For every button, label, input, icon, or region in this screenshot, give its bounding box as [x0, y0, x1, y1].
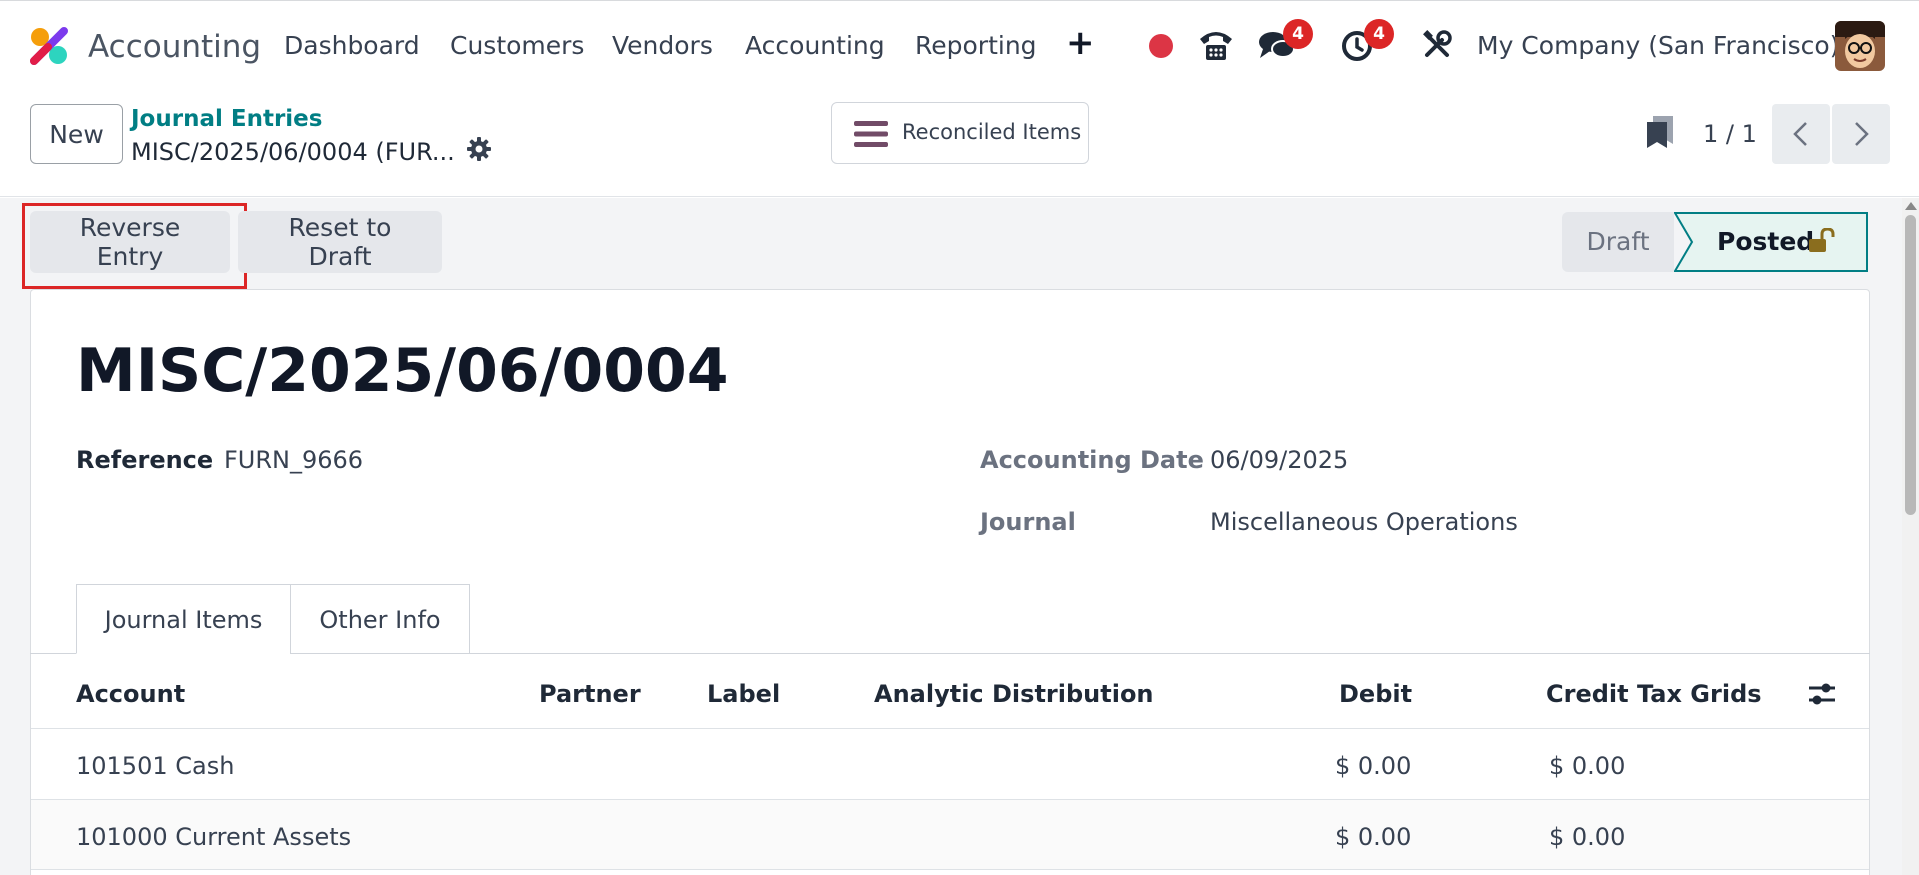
row-account[interactable]: 101000 Current Assets	[76, 823, 351, 851]
menu-accounting[interactable]: Accounting	[745, 31, 885, 60]
reconciled-items-button[interactable]: Reconciled Items	[831, 102, 1089, 164]
column-partner[interactable]: Partner	[539, 680, 641, 708]
tools-icon[interactable]	[1422, 30, 1452, 60]
row-credit[interactable]: $ 0.00	[1549, 752, 1625, 780]
row-credit[interactable]: $ 0.00	[1549, 823, 1625, 851]
plus-icon[interactable]: +	[1066, 23, 1095, 63]
record-dot-icon[interactable]	[1149, 34, 1173, 58]
column-tax-grids[interactable]: Tax Grids	[1637, 680, 1762, 708]
column-label[interactable]: Label	[707, 680, 780, 708]
pager-value[interactable]: 1 / 1	[1703, 120, 1757, 148]
menu-reporting[interactable]: Reporting	[915, 31, 1037, 60]
activities-badge: 4	[1364, 19, 1394, 49]
gear-icon[interactable]	[466, 136, 492, 162]
scrollbar-thumb[interactable]	[1905, 215, 1916, 515]
company-switcher[interactable]: My Company (San Francisco)	[1477, 31, 1839, 60]
breadcrumb-journal-entries[interactable]: Journal Entries	[131, 106, 322, 132]
column-account[interactable]: Account	[76, 680, 185, 708]
accounting-date-label: Accounting Date	[980, 446, 1204, 474]
avatar[interactable]	[1835, 21, 1885, 71]
status-posted-label: Posted	[1717, 227, 1815, 256]
column-analytic-distribution[interactable]: Analytic Distribution	[874, 680, 1154, 708]
tab-journal-items[interactable]: Journal Items	[76, 584, 291, 654]
row-separator	[31, 869, 1869, 870]
journal-label: Journal	[980, 508, 1076, 536]
menu-vendors[interactable]: Vendors	[612, 31, 713, 60]
chevron-left-icon	[1793, 122, 1807, 146]
highlight-box	[22, 203, 247, 289]
menu-customers[interactable]: Customers	[450, 31, 584, 60]
control-panel: New Journal Entries MISC/2025/06/0004 (F…	[0, 90, 1919, 197]
app-logo-icon[interactable]	[30, 27, 68, 65]
row-account[interactable]: 101501 Cash	[76, 752, 234, 780]
unlock-icon[interactable]	[1808, 228, 1836, 254]
phone-icon[interactable]	[1197, 27, 1235, 63]
breadcrumb-current: MISC/2025/06/0004 (FUR...	[131, 138, 455, 166]
scroll-up-icon[interactable]	[1905, 202, 1917, 210]
reference-label: Reference	[76, 446, 214, 474]
top-navbar: Accounting Dashboard Customers Vendors A…	[0, 0, 1919, 90]
bookmark-icon[interactable]	[1645, 114, 1675, 150]
row-debit[interactable]: $ 0.00	[1335, 752, 1411, 780]
accounting-date-value[interactable]: 06/09/2025	[1210, 446, 1348, 474]
row-debit[interactable]: $ 0.00	[1335, 823, 1411, 851]
journal-value[interactable]: Miscellaneous Operations	[1210, 508, 1518, 536]
status-posted[interactable]: Posted	[1674, 212, 1869, 272]
menu-dashboard[interactable]: Dashboard	[284, 31, 420, 60]
list-icon	[854, 121, 888, 147]
app-name[interactable]: Accounting	[88, 29, 261, 65]
reconciled-items-label: Reconciled Items	[902, 120, 1082, 144]
optional-columns-icon[interactable]	[1807, 681, 1837, 707]
pager-previous-button[interactable]	[1772, 104, 1830, 164]
column-credit[interactable]: Credit	[1546, 680, 1629, 708]
status-draft[interactable]: Draft	[1562, 212, 1674, 272]
new-button[interactable]: New	[30, 104, 123, 164]
reset-to-draft-button[interactable]: Reset to Draft	[238, 211, 442, 273]
entry-title: MISC/2025/06/0004	[76, 336, 729, 406]
tab-other-info[interactable]: Other Info	[290, 584, 470, 654]
chevron-right-icon	[1855, 122, 1869, 146]
messages-badge: 4	[1283, 19, 1313, 49]
reference-value[interactable]: FURN_9666	[224, 446, 363, 474]
column-debit[interactable]: Debit	[1339, 680, 1412, 708]
pager-next-button[interactable]	[1832, 104, 1890, 164]
